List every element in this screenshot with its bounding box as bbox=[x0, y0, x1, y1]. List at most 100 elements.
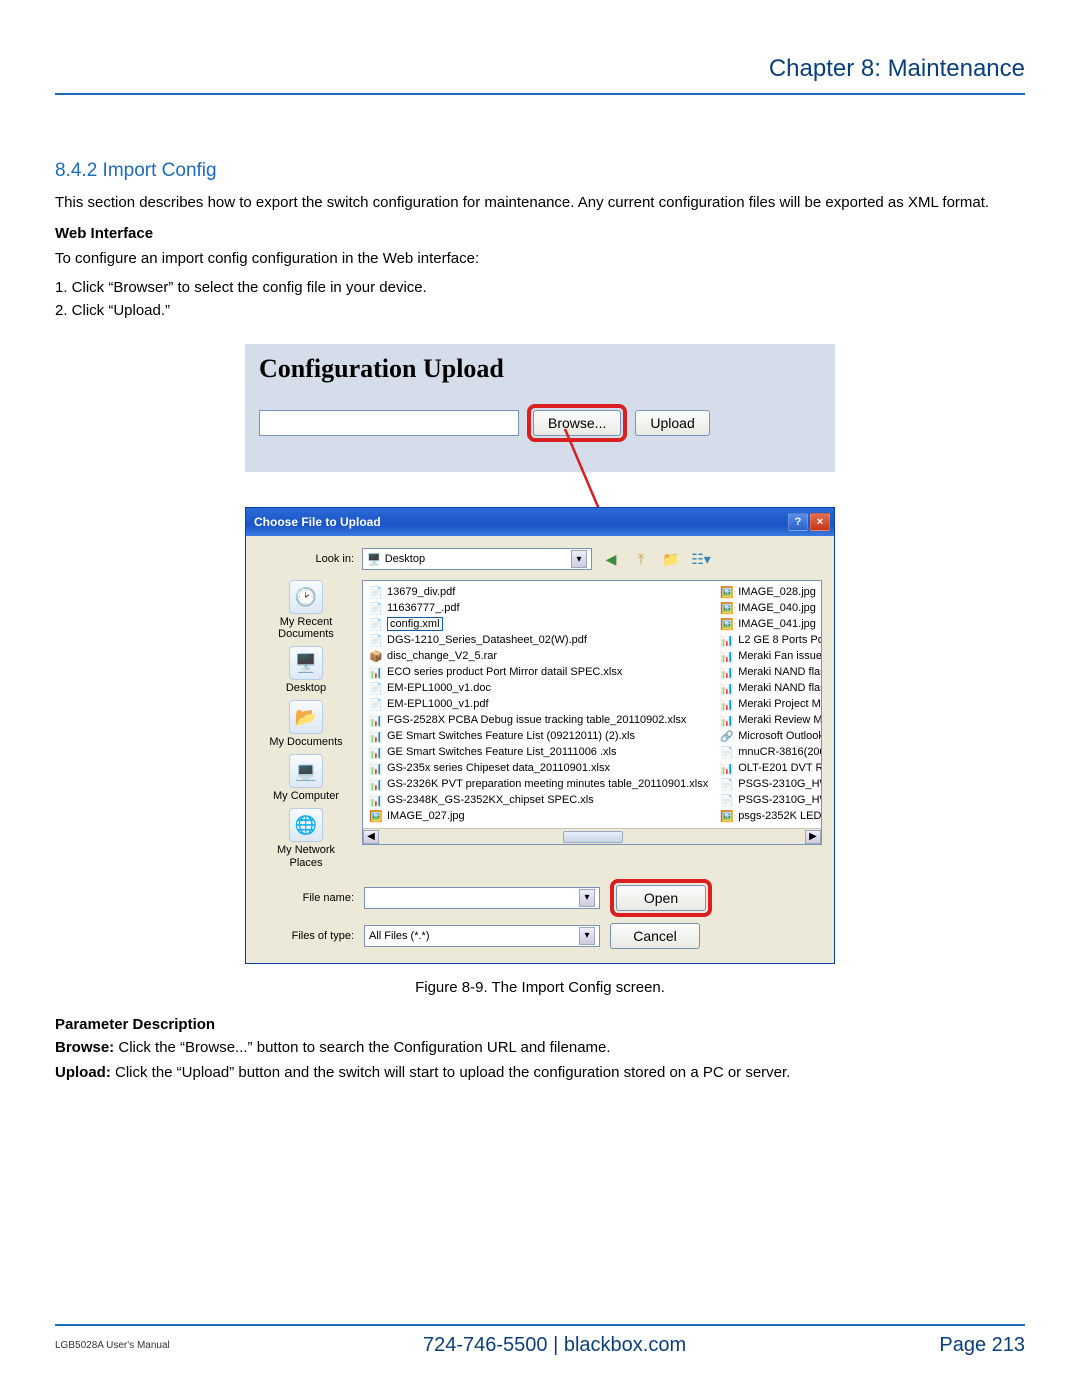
file-item[interactable]: 📄EM-EPL1000_v1.pdf bbox=[369, 697, 708, 711]
file-name: IMAGE_041.jpg bbox=[738, 618, 816, 630]
file-item[interactable]: 📊Meraki NAND flash bbox=[720, 681, 822, 695]
hscrollbar[interactable]: ◀ ▶ bbox=[363, 828, 821, 844]
scroll-thumb[interactable] bbox=[563, 831, 623, 843]
param-browse-text: Click the “Browse...” button to search t… bbox=[118, 1039, 610, 1056]
jpg-file-icon: 🖼️ bbox=[720, 809, 734, 823]
file-item[interactable]: 🖼️psgs-2352K LED Pi bbox=[720, 809, 822, 823]
file-item[interactable]: 📊FGS-2528X PCBA Debug issue tracking tab… bbox=[369, 713, 708, 727]
chevron-down-icon[interactable]: ▾ bbox=[571, 550, 587, 568]
file-chooser-dialog: Choose File to Upload ? × Look in: 🖥️ De… bbox=[245, 507, 835, 964]
file-name: GS-2326K PVT preparation meeting minutes… bbox=[387, 778, 708, 790]
jpg-file-icon: 🖼️ bbox=[369, 809, 383, 823]
file-item[interactable]: 📄config.xml bbox=[369, 617, 708, 631]
file-item[interactable]: 🖼️ IMAGE_027.jpg bbox=[369, 809, 708, 823]
pdf-file-icon: 📄 bbox=[369, 633, 383, 647]
filetype-row: Files of type: All Files (*.*) ▾ Cancel bbox=[258, 923, 822, 949]
place-mycomp[interactable]: 💻 My Computer bbox=[261, 754, 351, 802]
file-item[interactable]: 📊ECO series product Port Mirror datail S… bbox=[369, 665, 708, 679]
file-list-pane[interactable]: 📄13679_div.pdf📄11636777_.pdf📄config.xml📄… bbox=[362, 580, 822, 845]
new-folder-icon[interactable]: 📁 bbox=[660, 548, 682, 570]
xls-file-icon: 📊 bbox=[720, 697, 734, 711]
file-item[interactable]: 📄PSGS-2310G_HW I bbox=[720, 777, 822, 791]
look-in-row: Look in: 🖥️ Desktop ▾ ◀ ⤒ 📁 ☷▾ bbox=[258, 548, 822, 570]
look-in-combo[interactable]: 🖥️ Desktop ▾ bbox=[362, 548, 592, 570]
param-upload-label: Upload: bbox=[55, 1064, 111, 1081]
place-mycomp-label: My Computer bbox=[273, 790, 339, 802]
file-item[interactable]: 📄11636777_.pdf bbox=[369, 601, 708, 615]
file-item[interactable]: 📦disc_change_V2_5.rar bbox=[369, 649, 708, 663]
browse-button[interactable]: Browse... bbox=[533, 410, 621, 436]
up-icon[interactable]: ⤒ bbox=[630, 548, 652, 570]
file-item[interactable]: 📊GS-2326K PVT preparation meeting minute… bbox=[369, 777, 708, 791]
param-browse-label: Browse: bbox=[55, 1039, 114, 1056]
xls-file-icon: 📊 bbox=[369, 713, 383, 727]
file-name: Meraki NAND flash bbox=[738, 666, 822, 678]
file-item[interactable]: 📊GE Smart Switches Feature List_20111006… bbox=[369, 745, 708, 759]
file-item[interactable]: 📊L2 GE 8 Ports PoE bbox=[720, 633, 822, 647]
footer-center: 724-746-5500 | blackbox.com bbox=[170, 1334, 940, 1357]
dialog-titlebar[interactable]: Choose File to Upload ? × bbox=[246, 508, 834, 536]
place-netplaces[interactable]: 🌐 My Network Places bbox=[261, 808, 351, 868]
scroll-right-icon[interactable]: ▶ bbox=[805, 830, 821, 844]
file-item[interactable]: 📊GS-2348K_GS-2352KX_chipset SPEC.xls bbox=[369, 793, 708, 807]
upload-row: Browse... Upload bbox=[259, 404, 821, 442]
param-browse: Browse: Click the “Browse...” button to … bbox=[55, 1039, 1025, 1056]
place-netplaces-label: My Network Places bbox=[261, 844, 351, 868]
file-item[interactable]: 📊Meraki Fan issue t bbox=[720, 649, 822, 663]
file-name: config.xml bbox=[387, 617, 443, 631]
file-name: Microsoft Outlook bbox=[738, 730, 822, 742]
chapter-title: Chapter 8: Maintenance bbox=[769, 55, 1025, 82]
views-icon[interactable]: ☷▾ bbox=[690, 548, 712, 570]
file-name: 11636777_.pdf bbox=[387, 602, 460, 614]
file-item[interactable]: 📊GE Smart Switches Feature List (0921201… bbox=[369, 729, 708, 743]
file-item[interactable]: 📄EM-EPL1000_v1.doc bbox=[369, 681, 708, 695]
xls-file-icon: 📊 bbox=[369, 729, 383, 743]
file-name: Meraki Project MP bbox=[738, 698, 822, 710]
file-item[interactable]: 📊OLT-E201 DVT Rev bbox=[720, 761, 822, 775]
file-item[interactable]: 🖼️IMAGE_041.jpg bbox=[720, 617, 822, 631]
open-highlight: Open bbox=[610, 879, 712, 917]
file-name: IMAGE_027.jpg bbox=[387, 810, 465, 822]
browse-highlight: Browse... bbox=[527, 404, 627, 442]
xls-file-icon: 📊 bbox=[369, 793, 383, 807]
doc-file-icon: 📄 bbox=[720, 777, 734, 791]
file-item[interactable]: 📊Meraki Review Me bbox=[720, 713, 822, 727]
filename-combo[interactable]: ▾ bbox=[364, 887, 600, 909]
file-item[interactable]: 🔗Microsoft Outlook bbox=[720, 729, 822, 743]
dialog-body: Look in: 🖥️ Desktop ▾ ◀ ⤒ 📁 ☷▾ 🕑 bbox=[246, 536, 834, 963]
chevron-down-icon[interactable]: ▾ bbox=[579, 889, 595, 907]
file-item[interactable]: 📊 Meraki Project MP bbox=[720, 697, 822, 711]
back-icon[interactable]: ◀ bbox=[600, 548, 622, 570]
file-name: IMAGE_040.jpg bbox=[738, 602, 816, 614]
file-item[interactable]: 🖼️IMAGE_028.jpg bbox=[720, 585, 822, 599]
chevron-down-icon[interactable]: ▾ bbox=[579, 927, 595, 945]
file-item[interactable]: 📄DGS-1210_Series_Datasheet_02(W).pdf bbox=[369, 633, 708, 647]
xls-file-icon: 📊 bbox=[720, 681, 734, 695]
xls-file-icon: 📊 bbox=[369, 745, 383, 759]
place-desktop[interactable]: 🖥️ Desktop bbox=[261, 646, 351, 694]
filetype-combo[interactable]: All Files (*.*) ▾ bbox=[364, 925, 600, 947]
help-icon[interactable]: ? bbox=[788, 513, 808, 531]
pdf-file-icon: 📄 bbox=[720, 793, 734, 807]
upload-path-input[interactable] bbox=[259, 410, 519, 436]
filetype-label: Files of type: bbox=[258, 930, 354, 942]
file-item[interactable]: 📄PSGS-2310G_HW I bbox=[720, 793, 822, 807]
close-icon[interactable]: × bbox=[810, 513, 830, 531]
place-recent[interactable]: 🕑 My Recent Documents bbox=[261, 580, 351, 640]
cancel-button[interactable]: Cancel bbox=[610, 923, 700, 949]
file-name: L2 GE 8 Ports PoE bbox=[738, 634, 822, 646]
dialog-title-buttons: ? × bbox=[788, 513, 830, 531]
place-mydocs[interactable]: 📂 My Documents bbox=[261, 700, 351, 748]
file-item[interactable]: 📄mnuCR-3816(2008 bbox=[720, 745, 822, 759]
file-item[interactable]: 📊GS-235x series Chipeset data_20110901.x… bbox=[369, 761, 708, 775]
desktop-icon: 🖥️ bbox=[367, 553, 381, 566]
file-name: mnuCR-3816(2008 bbox=[738, 746, 822, 758]
open-button[interactable]: Open bbox=[616, 885, 706, 911]
recent-icon: 🕑 bbox=[289, 580, 323, 614]
scroll-left-icon[interactable]: ◀ bbox=[363, 830, 379, 844]
file-item[interactable]: 📊 Meraki NAND flash bbox=[720, 665, 822, 679]
xls-file-icon: 📊 bbox=[720, 665, 734, 679]
file-item[interactable]: 📄13679_div.pdf bbox=[369, 585, 708, 599]
upload-button[interactable]: Upload bbox=[635, 410, 709, 436]
file-item[interactable]: 🖼️IMAGE_040.jpg bbox=[720, 601, 822, 615]
